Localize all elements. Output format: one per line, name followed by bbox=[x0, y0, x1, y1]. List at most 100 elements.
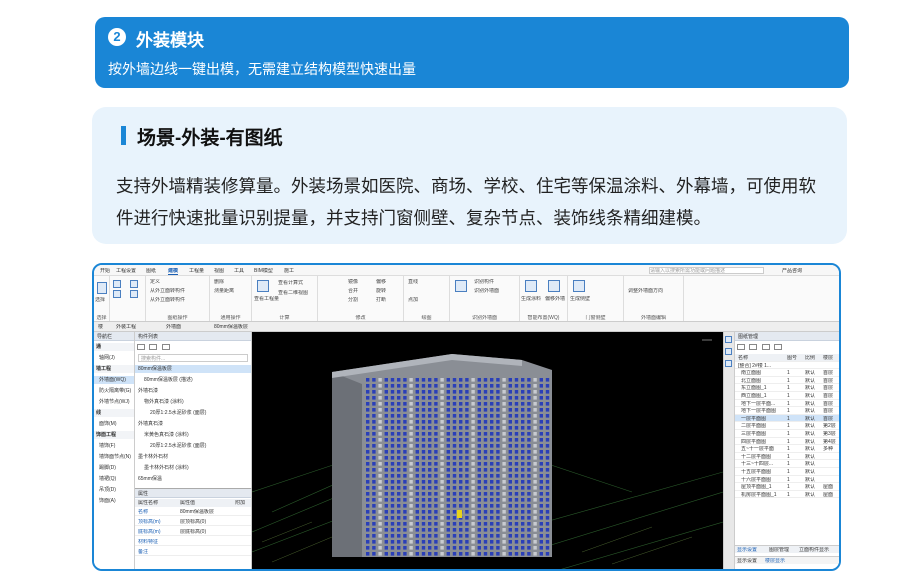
menu-item[interactable]: 开始 bbox=[100, 268, 110, 274]
select-button[interactable]: 选择 bbox=[95, 297, 105, 303]
floor-select[interactable]: 楼 bbox=[98, 324, 103, 330]
window-mark bbox=[403, 504, 407, 508]
drawing-row[interactable]: 十六层平面图 1 默认 bbox=[735, 476, 839, 484]
copy-icon[interactable] bbox=[149, 344, 158, 350]
menu-item-active[interactable]: 建模 bbox=[168, 268, 179, 275]
split-drawing-icon[interactable] bbox=[749, 344, 758, 350]
drawing-cell: 1 bbox=[787, 476, 790, 483]
side-wall-icon[interactable] bbox=[573, 280, 585, 292]
break-button[interactable]: 打断 bbox=[376, 297, 386, 303]
menu-item[interactable]: BIM模型 bbox=[254, 268, 273, 274]
drawing-row[interactable]: [整合] 2#楼 1... bbox=[735, 362, 839, 370]
3d-model-viewport[interactable] bbox=[252, 332, 723, 569]
drawing-row[interactable]: 机房层平面图_1 1 默认 屋面 bbox=[735, 491, 839, 499]
copy-drawing-icon[interactable] bbox=[761, 344, 770, 350]
drawing-row[interactable]: 南立面图 1 默认 首层 bbox=[735, 369, 839, 377]
account-link[interactable]: 产品咨询 bbox=[782, 268, 802, 274]
point-add-button[interactable]: 点加 bbox=[408, 297, 418, 303]
project-type-select[interactable]: 外装工程 bbox=[116, 324, 136, 330]
drawing-row[interactable]: 北立面图 1 默认 首层 bbox=[735, 377, 839, 385]
window-mark bbox=[440, 522, 444, 526]
window-mark bbox=[452, 498, 457, 502]
window-mark bbox=[397, 378, 401, 382]
rotate-button[interactable]: 旋转 bbox=[376, 288, 386, 294]
drawing-row[interactable]: 四层平面图 1 默认 第4层 bbox=[735, 438, 839, 446]
copy-icon[interactable] bbox=[130, 290, 138, 298]
delete-drawing-icon[interactable] bbox=[774, 344, 783, 350]
menu-item[interactable]: 施工 bbox=[284, 268, 294, 274]
window-mark bbox=[502, 540, 506, 544]
define-button[interactable]: 定义 bbox=[150, 279, 160, 285]
menu-item[interactable]: 图纸 bbox=[146, 268, 156, 274]
menu-item[interactable]: 工程设置 bbox=[116, 268, 136, 274]
pencil-icon[interactable] bbox=[113, 280, 121, 288]
drawing-row[interactable]: 三层平面图 1 默认 第3层 bbox=[735, 430, 839, 438]
line-button[interactable]: 直线 bbox=[408, 279, 418, 285]
offset-wall-icon[interactable] bbox=[548, 280, 560, 292]
window-mark bbox=[397, 552, 401, 556]
layers-icon[interactable] bbox=[113, 290, 121, 298]
menu-item[interactable]: 工程量 bbox=[189, 268, 204, 274]
window-mark bbox=[403, 510, 407, 514]
new-icon[interactable] bbox=[137, 344, 145, 350]
drawing-row[interactable]: 十五层平面图 1 默认 bbox=[735, 468, 839, 476]
drawing-row[interactable]: 一层平面图 1 默认 首层 bbox=[735, 414, 839, 423]
select-cursor-icon[interactable] bbox=[97, 282, 107, 294]
quantity-icon[interactable] bbox=[257, 280, 269, 292]
tab-layer-manager[interactable]: 图层管理 bbox=[769, 547, 789, 553]
offset-wall-button[interactable]: 偏移外墙 bbox=[545, 296, 565, 302]
split-button[interactable]: 分割 bbox=[348, 297, 358, 303]
window-mark bbox=[533, 378, 537, 382]
tab-display[interactable]: 显示设置 bbox=[737, 558, 757, 564]
facade-convert-button[interactable]: 从外立面转构件 bbox=[150, 288, 185, 294]
add-drawing-icon[interactable] bbox=[737, 344, 745, 350]
recognize-icon[interactable] bbox=[455, 280, 467, 292]
recognize-wall-button[interactable]: 识别外墙面 bbox=[474, 288, 499, 294]
tab-floor-display[interactable]: 楼层显示 bbox=[765, 558, 785, 564]
offset-button[interactable]: 偏移 bbox=[376, 279, 386, 285]
drawing-row[interactable]: 西立面图_1 1 默认 首层 bbox=[735, 392, 839, 400]
drawing-row[interactable]: 五~十一层平面 1 默认 多种 bbox=[735, 445, 839, 453]
component-select[interactable]: 80mm保温板层 bbox=[214, 324, 248, 330]
zoom-icon[interactable] bbox=[725, 336, 732, 343]
adjust-wall-direction-button[interactable]: 调整外墙面方向 bbox=[628, 288, 663, 294]
window-mark bbox=[384, 474, 388, 478]
window-mark bbox=[521, 474, 525, 478]
rotate-view-icon[interactable] bbox=[725, 360, 732, 367]
window-mark bbox=[459, 468, 463, 472]
menu-item[interactable]: 视图 bbox=[214, 268, 224, 274]
drawing-row[interactable]: 十二层平面图 1 默认 bbox=[735, 453, 839, 461]
window-mark bbox=[366, 396, 370, 400]
view-quantity-button[interactable]: 查看工程量 bbox=[254, 296, 279, 302]
tab-facade-display[interactable]: 立面构件显示 bbox=[799, 547, 829, 553]
drawing-row[interactable]: 地下一层平面图 1 默认 首层 bbox=[735, 407, 839, 415]
drawing-row[interactable]: 二层平面图 1 默认 第2层 bbox=[735, 422, 839, 430]
generate-paint-button[interactable]: 生成涂料 bbox=[521, 296, 541, 302]
menu-item[interactable]: 工具 bbox=[234, 268, 244, 274]
pan-icon[interactable] bbox=[725, 348, 732, 355]
component-type-select[interactable]: 外墙面 bbox=[166, 324, 181, 330]
delete-button[interactable]: 删除 bbox=[214, 279, 224, 285]
drawing-row[interactable]: 屋顶平面图_1 1 默认 屋面 bbox=[735, 483, 839, 491]
window-mark bbox=[440, 534, 444, 538]
function-search-input[interactable]: 请输入以搜索所需功能或问题描述 bbox=[649, 267, 764, 274]
mirror-button[interactable]: 镜像 bbox=[348, 279, 358, 285]
recognize-component-button[interactable]: 识别构件 bbox=[474, 279, 494, 285]
view-2d-button[interactable]: 查看二维视图 bbox=[278, 290, 308, 296]
facade-convert-button-2[interactable]: 从外立面转构件 bbox=[150, 297, 185, 303]
component-search-input[interactable]: 搜索构件... bbox=[138, 354, 248, 362]
view-formula-button[interactable]: 查看计算式 bbox=[278, 280, 303, 286]
drawing-row[interactable]: 地下一层平面... 1 默认 首层 bbox=[735, 400, 839, 408]
drawing-row[interactable]: 东立面图_1 1 默认 首层 bbox=[735, 384, 839, 392]
paint-icon[interactable] bbox=[525, 280, 537, 292]
tab-display-settings[interactable]: 显示设置 bbox=[737, 547, 757, 553]
measure-distance-button[interactable]: 测量距离 bbox=[214, 288, 234, 294]
generate-side-wall-button[interactable]: 生成侧壁 bbox=[570, 296, 590, 302]
delete-icon[interactable] bbox=[161, 344, 170, 350]
merge-button[interactable]: 合并 bbox=[348, 288, 358, 294]
window-mark bbox=[397, 546, 401, 550]
window-mark bbox=[471, 528, 475, 532]
drawing-row[interactable]: 十三~十四层... 1 默认 bbox=[735, 460, 839, 468]
grid-icon[interactable] bbox=[130, 280, 138, 288]
window-mark bbox=[521, 384, 525, 388]
